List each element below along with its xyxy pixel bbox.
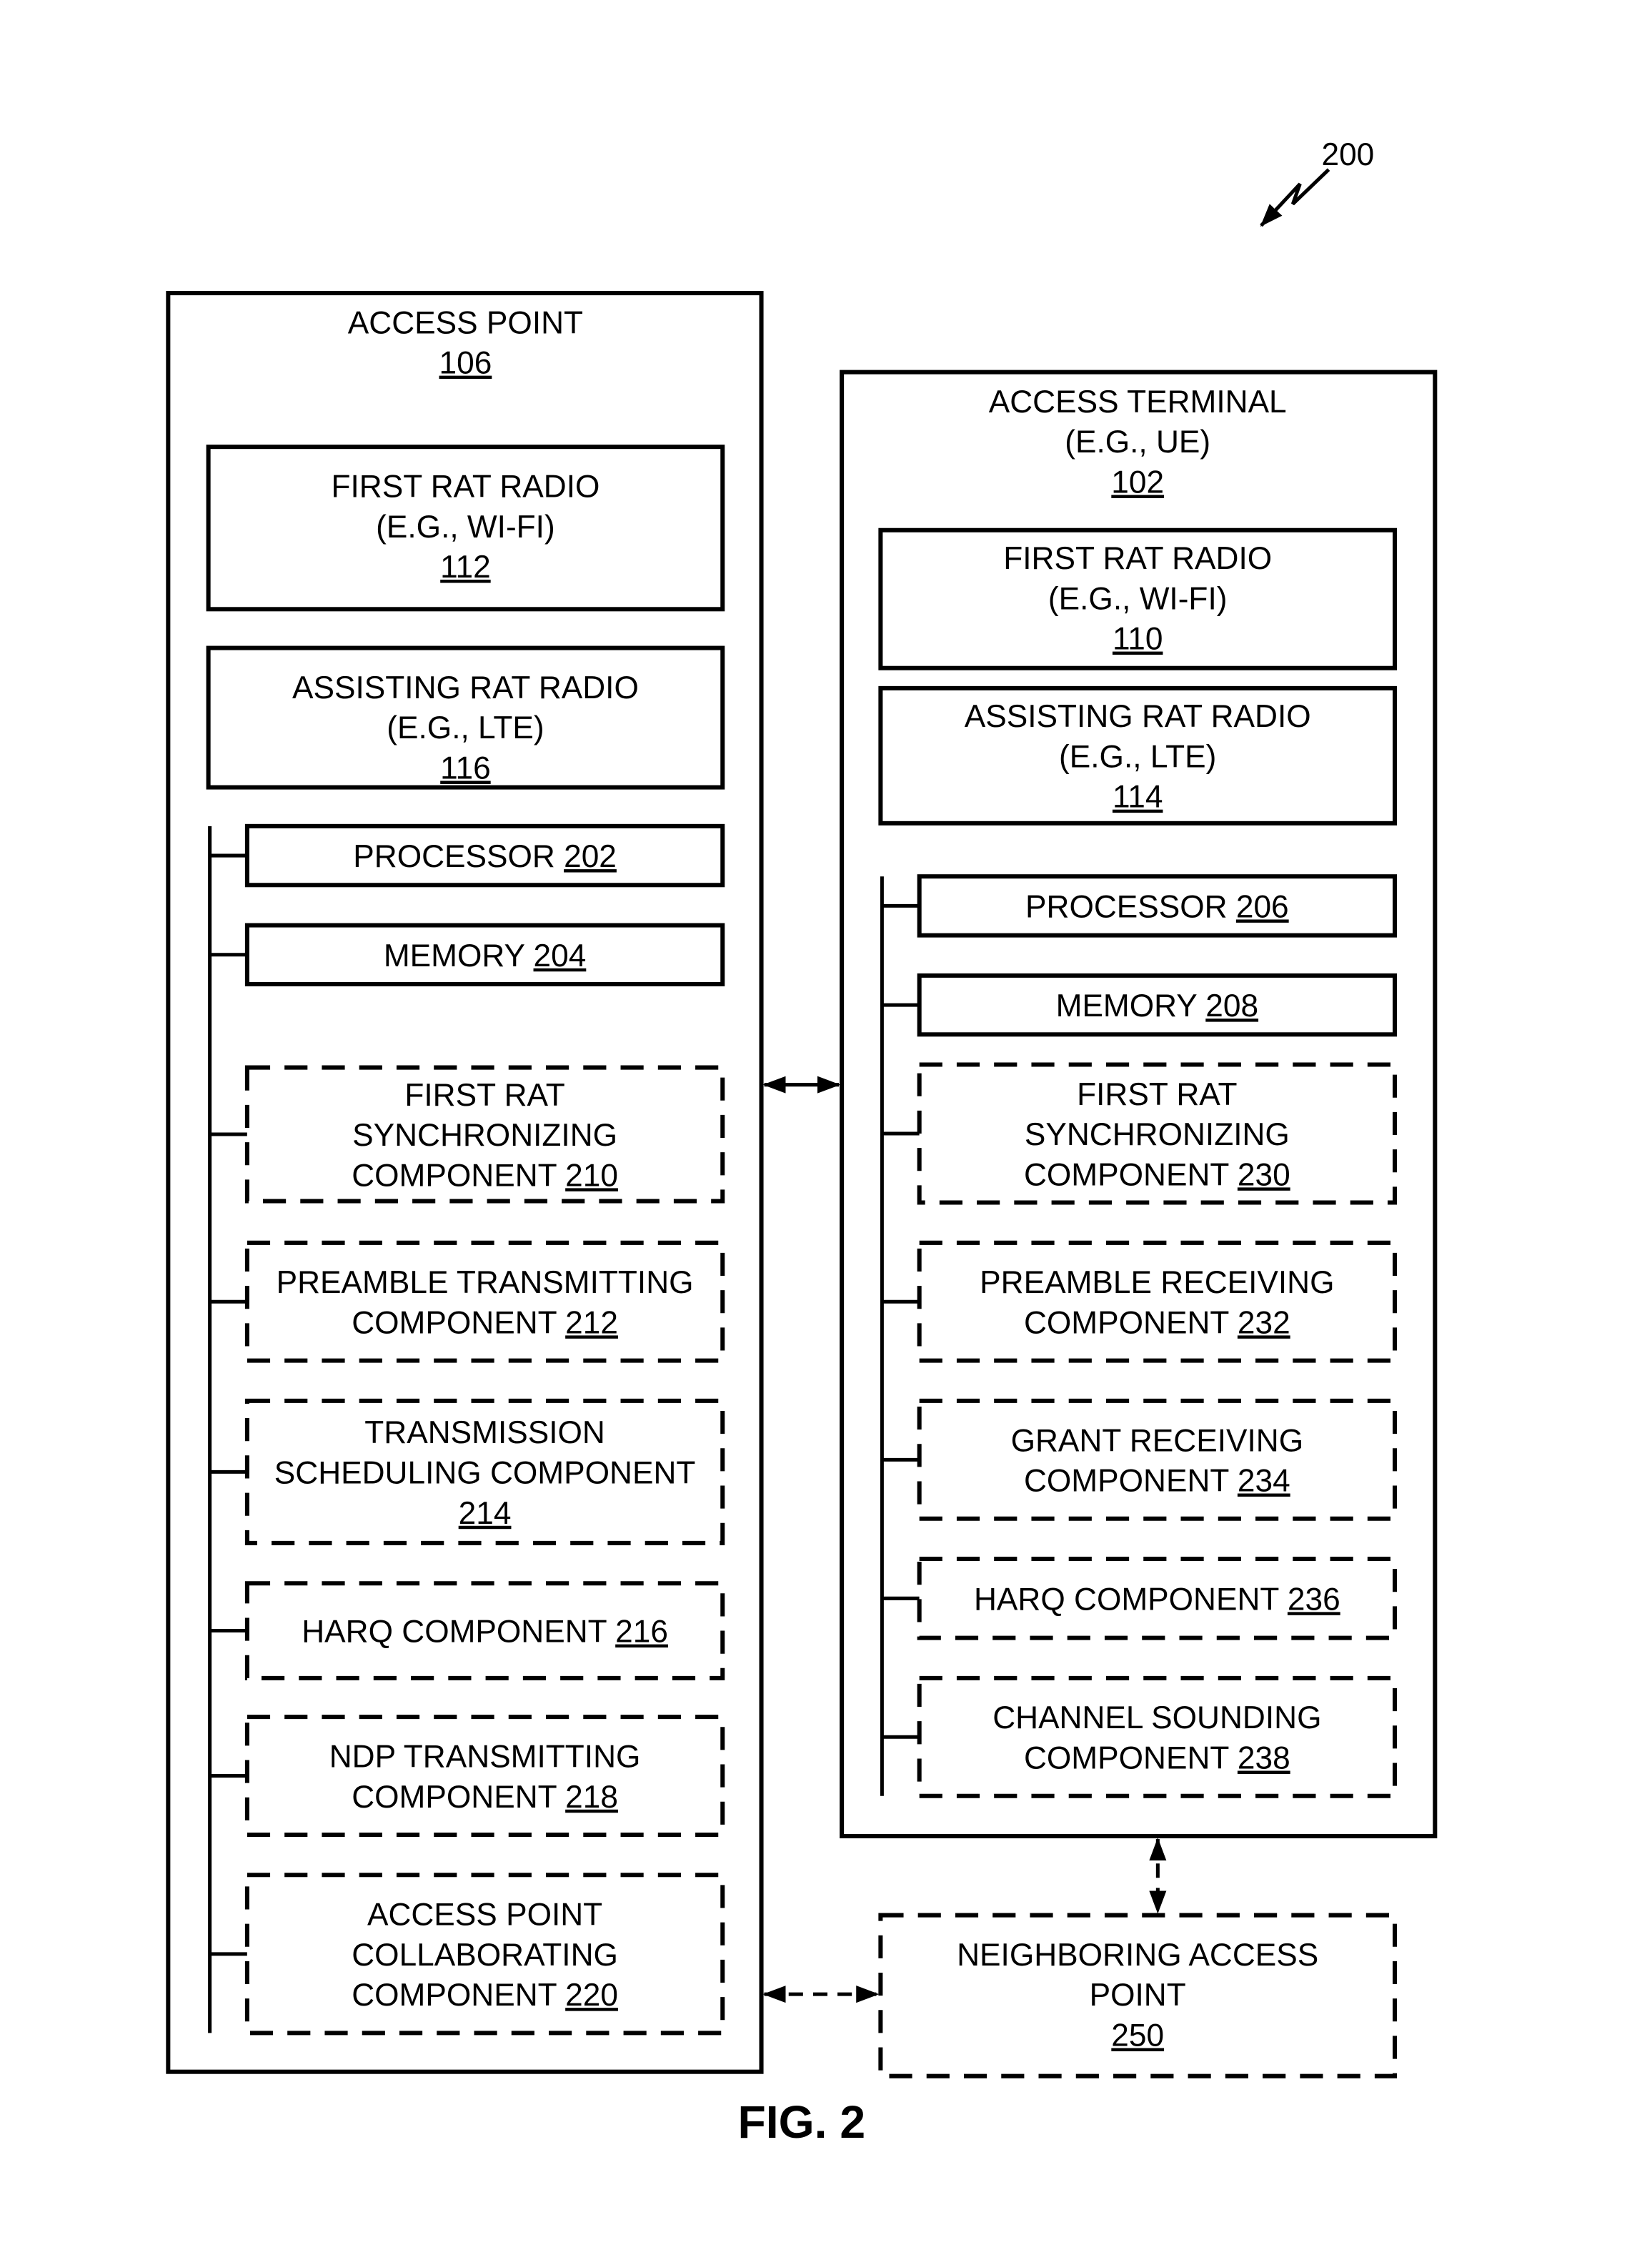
ap-radio-112-text-line: (E.G., WI-FI) — [376, 510, 555, 545]
ap-component-212-text-line: PREAMBLE TRANSMITTING — [277, 1265, 694, 1300]
at-component-234-ref: 234 — [1238, 1464, 1290, 1499]
ap-component-212-text-line: COMPONENT 212 — [352, 1305, 618, 1340]
access-point-title-text-line: ACCESS POINT — [348, 305, 583, 340]
at-component-230-text-line: FIRST RAT — [1077, 1077, 1237, 1112]
ap-component-220-text-line: ACCESS POINT — [367, 1898, 602, 1933]
figure-ref-number: 200 — [1322, 137, 1375, 172]
at-radio-110-text-line: (E.G., WI-FI) — [1048, 581, 1228, 616]
neighboring-access-point-text-line: POINT — [1090, 1978, 1186, 2013]
at-component-234 — [917, 1398, 1398, 1521]
at-component-234-text-line: GRANT RECEIVING — [1011, 1423, 1304, 1458]
at-component-230-text-line: COMPONENT 230 — [1024, 1157, 1290, 1192]
ap-component-218-ref: 218 — [565, 1780, 618, 1815]
ap-component-216-ref: 216 — [615, 1615, 668, 1650]
at-component-238-ref: 238 — [1238, 1741, 1290, 1776]
ap-component-204-label: MEMORY 204 — [384, 938, 586, 973]
at-component-230-text-line: SYNCHRONIZING — [1025, 1117, 1290, 1152]
ap-component-202-ref: 202 — [564, 839, 617, 874]
access-point-title-ref: 106 — [439, 346, 492, 381]
neighboring-access-point-text-line: NEIGHBORING ACCESS — [957, 1938, 1318, 1973]
at-component-234-text-line: COMPONENT 234 — [1024, 1464, 1290, 1499]
ap-radio-116-ref: 116 — [440, 751, 491, 786]
at-component-238-text-line: CHANNEL SOUNDING — [992, 1700, 1321, 1735]
ap-component-218-text-line: COMPONENT 218 — [352, 1780, 618, 1815]
fig2-diagram: 200 ACCESS POINT 106 FIRST RAT RADIO (E.G.,… — [166, 137, 1438, 2148]
at-component-230-ref: 230 — [1238, 1157, 1290, 1192]
figure-reference: 200 — [1260, 137, 1375, 227]
at-component-208-text-line: MEMORY 208 — [1056, 988, 1258, 1024]
ap-component-202-label: PROCESSOR 202 — [353, 839, 617, 874]
ap-radio-112-text-line: FIRST RAT RADIO — [331, 470, 599, 505]
at-component-206-text-line: PROCESSOR 206 — [1025, 889, 1289, 924]
at-radio-110-ref: 110 — [1113, 622, 1163, 657]
ap-component-220-ref: 220 — [565, 1978, 618, 2013]
at-component-232-ref: 232 — [1238, 1305, 1290, 1340]
ap-radio-116-text-line: (E.G., LTE) — [387, 710, 544, 745]
at-component-236-text-line: HARQ COMPONENT 236 — [974, 1582, 1340, 1617]
ap-component-210-text-line: SYNCHRONIZING — [352, 1118, 617, 1153]
ap-component-212-ref: 212 — [565, 1305, 618, 1340]
at-component-232-text-line: PREAMBLE RECEIVING — [980, 1265, 1334, 1300]
ap-component-216-text-line: HARQ COMPONENT 216 — [302, 1615, 668, 1650]
ap-component-202-text-line: PROCESSOR 202 — [353, 839, 617, 874]
access-terminal-title-text-line: (E.G., UE) — [1065, 425, 1210, 460]
at-component-232-text-line: COMPONENT 232 — [1024, 1305, 1290, 1340]
ap-component-220-label: ACCESS POINT COLLABORATING COMPONENT 220 — [352, 1898, 618, 2013]
ap-radio-116-text-line: ASSISTING RAT RADIO — [292, 670, 639, 705]
at-component-206-label: PROCESSOR 206 — [1025, 889, 1289, 924]
ap-component-216-label: HARQ COMPONENT 216 — [302, 1615, 668, 1650]
lightning-arrow-icon — [1260, 168, 1330, 227]
ap-component-214-text-line: SCHEDULING COMPONENT — [274, 1456, 696, 1491]
at-component-232 — [917, 1240, 1398, 1363]
ap-component-204-text-line: MEMORY 204 — [384, 938, 586, 973]
at-component-238 — [917, 1675, 1398, 1798]
ap-component-210-text-line: FIRST RAT — [404, 1078, 564, 1113]
ap-component-212 — [244, 1240, 725, 1363]
at-component-236-ref: 236 — [1288, 1582, 1340, 1617]
figure-caption: FIG. 2 — [737, 2096, 865, 2148]
ap-component-214-ref: 214 — [459, 1496, 512, 1531]
at-component-208-ref: 208 — [1205, 988, 1258, 1024]
at-component-206-ref: 206 — [1236, 889, 1289, 924]
access-terminal-title-ref: 102 — [1111, 465, 1164, 500]
at-component-208-label: MEMORY 208 — [1056, 988, 1258, 1024]
at-radio-114-ref: 114 — [1113, 780, 1163, 815]
ap-component-210-text-line: COMPONENT 210 — [352, 1158, 618, 1193]
ap-component-204-ref: 204 — [534, 938, 587, 973]
at-radio-114-text-line: (E.G., LTE) — [1059, 739, 1216, 774]
at-radio-114-text-line: ASSISTING RAT RADIO — [965, 699, 1311, 734]
ap-radio-112-ref: 112 — [440, 550, 491, 585]
ap-component-214-text-line: TRANSMISSION — [364, 1415, 605, 1450]
neighboring-access-point-ref: 250 — [1111, 2018, 1164, 2053]
ap-component-210-ref: 210 — [565, 1158, 618, 1193]
access-terminal-title-text-line: ACCESS TERMINAL — [989, 385, 1287, 420]
ap-component-220-text-line: COLLABORATING — [352, 1938, 618, 1973]
at-component-238-text-line: COMPONENT 238 — [1024, 1741, 1290, 1776]
at-radio-110-text-line: FIRST RAT RADIO — [1003, 541, 1272, 576]
ap-component-220-text-line: COMPONENT 220 — [352, 1978, 618, 2013]
ap-component-218-text-line: NDP TRANSMITTING — [329, 1740, 641, 1775]
at-component-236-label: HARQ COMPONENT 236 — [974, 1582, 1340, 1617]
ap-component-218 — [244, 1715, 725, 1838]
